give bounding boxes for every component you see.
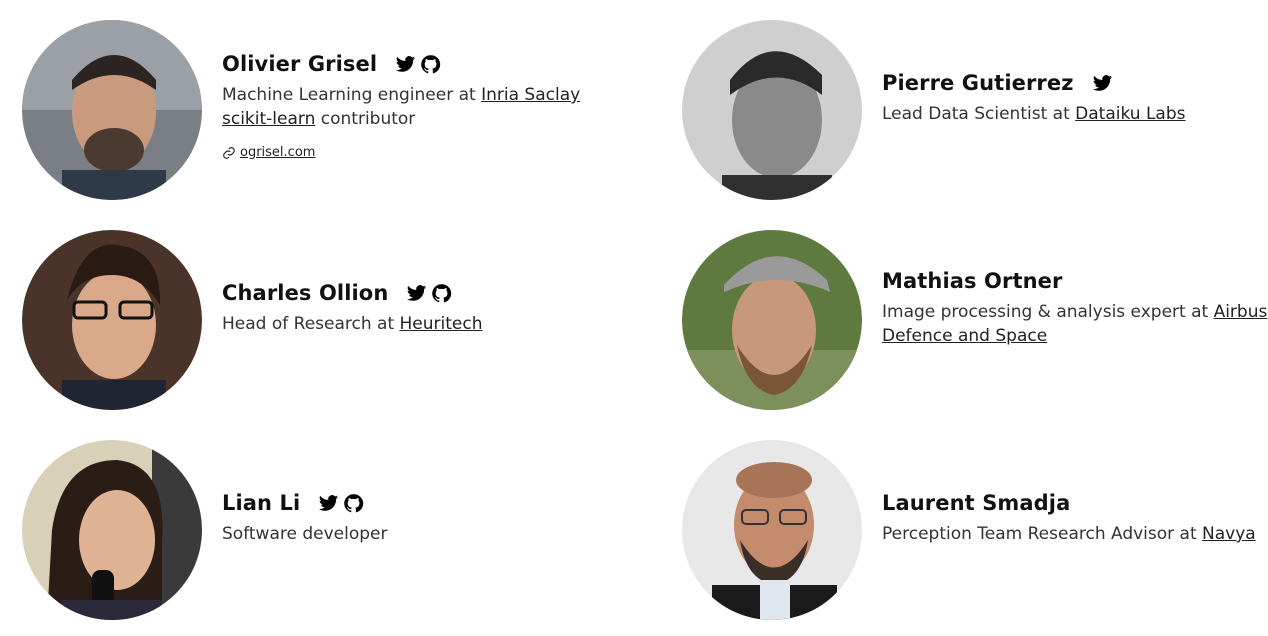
person-description: Machine Learning engineer at Inria Sacla… xyxy=(222,83,580,131)
link-icon xyxy=(223,146,235,159)
website: ogrisel.com xyxy=(222,145,580,160)
person-name: Laurent Smadja xyxy=(882,491,1071,515)
avatar xyxy=(682,440,862,620)
avatar xyxy=(682,230,862,410)
description-text: Machine Learning engineer at xyxy=(222,85,482,105)
twitter-icon[interactable] xyxy=(406,283,427,304)
description-text: Perception Team Research Advisor at xyxy=(882,524,1203,544)
person-description: Lead Data Scientist at Dataiku Labs xyxy=(882,102,1186,126)
person-info: Olivier Grisel Machine Learning engineer… xyxy=(222,49,580,160)
description-text: Image processing & analysis expert at xyxy=(882,302,1214,322)
person-name: Lian Li xyxy=(222,491,301,515)
github-icon[interactable] xyxy=(420,54,441,75)
twitter-icon[interactable] xyxy=(395,54,416,75)
twitter-icon[interactable] xyxy=(318,493,339,514)
website-link[interactable]: ogrisel.com xyxy=(240,145,315,160)
description-text: contributor xyxy=(315,109,416,129)
person-info: Lian Li Software developer xyxy=(222,488,387,546)
twitter-icon[interactable] xyxy=(1092,73,1113,94)
project-link[interactable]: scikit-learn xyxy=(222,109,315,129)
avatar xyxy=(682,20,862,200)
person-description: Perception Team Research Advisor at Navy… xyxy=(882,522,1256,546)
person-name: Olivier Grisel xyxy=(222,52,378,76)
avatar xyxy=(22,20,202,200)
employer-link[interactable]: Inria Saclay xyxy=(481,85,580,105)
avatar xyxy=(22,440,202,620)
description-text: Software developer xyxy=(222,524,388,544)
person-description: Software developer xyxy=(222,522,387,546)
person-info: Charles Ollion Head of Research at Heuri… xyxy=(222,278,483,336)
employer-link[interactable]: Navya xyxy=(1202,524,1256,544)
person-info: Laurent Smadja Perception Team Research … xyxy=(882,488,1256,546)
employer-link[interactable]: Heuritech xyxy=(400,314,483,334)
description-text: Head of Research at xyxy=(222,314,400,334)
person-description: Head of Research at Heuritech xyxy=(222,312,483,336)
person-description: Image processing & analysis expert at Ai… xyxy=(882,300,1267,348)
description-text: Lead Data Scientist at xyxy=(882,104,1076,124)
github-icon[interactable] xyxy=(343,493,364,514)
employer-link[interactable]: Airbus xyxy=(1214,302,1268,322)
person-name: Charles Ollion xyxy=(222,281,389,305)
github-icon[interactable] xyxy=(431,283,452,304)
employer-link-continued[interactable]: Defence and Space xyxy=(882,326,1047,346)
employer-link[interactable]: Dataiku Labs xyxy=(1075,104,1185,124)
person-info: Pierre Gutierrez Lead Data Scientist at … xyxy=(882,68,1186,126)
person-name: Mathias Ortner xyxy=(882,269,1063,293)
person-name: Pierre Gutierrez xyxy=(882,71,1074,95)
person-info: Mathias Ortner Image processing & analys… xyxy=(882,266,1267,348)
avatar xyxy=(22,230,202,410)
